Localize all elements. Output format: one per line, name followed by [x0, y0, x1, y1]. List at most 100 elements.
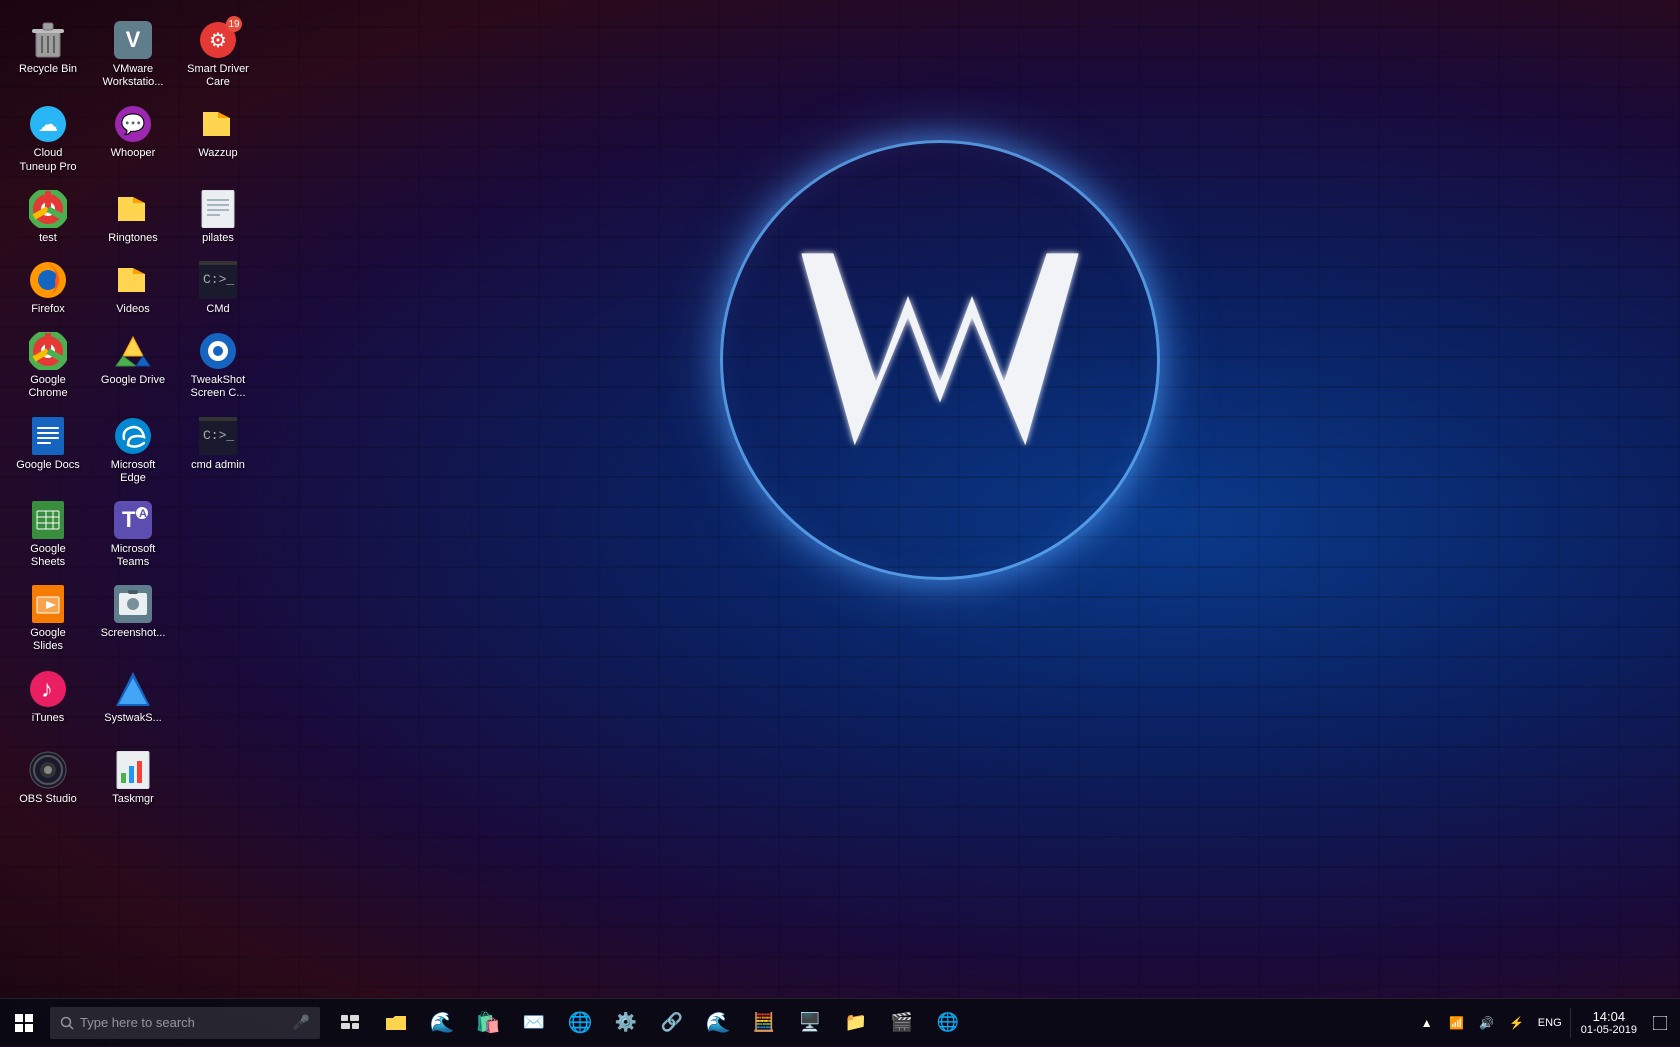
tray-overflow-button[interactable]: ▲ — [1412, 999, 1442, 1047]
recycle-bin-label: Recycle Bin — [19, 63, 77, 76]
notification-badge: 19 — [226, 16, 242, 32]
vmware-icon-image: V — [113, 20, 153, 60]
smart-driver-icon-image: ⚙19 — [198, 20, 238, 60]
desktop-icon-vmware[interactable]: V VMware Workstatio... — [95, 15, 171, 94]
desktop-icon-tweakshot[interactable]: TweakShot Screen C... — [180, 326, 256, 405]
explorer2-taskbar[interactable]: 📁 — [833, 999, 879, 1047]
microsoft-edge-label: Microsoft Edge — [100, 459, 166, 485]
google-chrome-label: Google Chrome — [15, 374, 81, 400]
desktop-icon-cloud-tuneup[interactable]: ☁Cloud Tuneup Pro — [10, 99, 86, 178]
vmware-label: VMware Workstatio... — [100, 63, 166, 89]
taskmgr-icon-image — [113, 750, 153, 790]
desktop-icon-screenshots[interactable]: Screenshot... — [95, 579, 171, 658]
ringtones-label: Ringtones — [108, 232, 158, 245]
svg-text:C:>_: C:>_ — [203, 428, 234, 443]
calculator-taskbar[interactable]: 🧮 — [741, 999, 787, 1047]
itunes-icon-image: ♪ — [28, 669, 68, 709]
whooper-icon-image: 💬 — [113, 104, 153, 144]
search-input[interactable] — [80, 1015, 293, 1030]
google-drive-label: Google Drive — [101, 374, 165, 387]
itunes-label: iTunes — [32, 712, 65, 725]
notification-center-button[interactable] — [1645, 999, 1675, 1047]
desktop-icon-taskmgr[interactable]: Taskmgr — [95, 745, 171, 821]
start-button[interactable] — [0, 999, 48, 1047]
screenshots-label: Screenshot... — [101, 627, 166, 640]
clock-date: 01-05-2019 — [1581, 1024, 1637, 1036]
remote-taskbar[interactable]: 🖥️ — [787, 999, 833, 1047]
network-tray-icon[interactable]: 📶 — [1442, 999, 1472, 1047]
desktop-icon-whooper[interactable]: 💬Whooper — [95, 99, 171, 178]
google-sheets-label: Google Sheets — [15, 543, 81, 569]
desktop-icon-ringtones[interactable]: Ringtones — [95, 184, 171, 250]
system-tray: ▲ 📶 🔊 ⚡ ENG 14:04 01-05-2019 — [1412, 999, 1680, 1046]
w-logo — [720, 140, 1160, 580]
desktop-icon-google-docs[interactable]: Google Docs — [10, 411, 86, 490]
settings-taskbar[interactable]: ⚙️ — [603, 999, 649, 1047]
desktop-icon-microsoft-teams[interactable]: TA Microsoft Teams — [95, 495, 171, 574]
media-taskbar[interactable]: 🎬 — [879, 999, 925, 1047]
system-clock[interactable]: 14:04 01-05-2019 — [1573, 999, 1645, 1047]
file-explorer-taskbar[interactable] — [373, 999, 419, 1047]
obs-icon-image — [28, 750, 68, 790]
mail-taskbar[interactable]: ✉️ — [511, 999, 557, 1047]
google-docs-label: Google Docs — [16, 459, 80, 472]
taskbar: 🎤 🌊 🛍️ ✉️ — [0, 998, 1680, 1046]
microsoft-teams-icon-image: TA — [113, 500, 153, 540]
firefox-label: Firefox — [31, 303, 65, 316]
pilates-icon-image — [198, 189, 238, 229]
desktop-icon-smart-driver[interactable]: ⚙19 Smart Driver Care — [180, 15, 256, 94]
language-indicator[interactable]: ENG — [1532, 999, 1568, 1047]
edge-taskbar[interactable]: 🌊 — [419, 999, 465, 1047]
chrome-taskbar[interactable]: 🌐 — [557, 999, 603, 1047]
desktop-icon-google-sheets[interactable]: Google Sheets — [10, 495, 86, 574]
desktop-icon-firefox[interactable]: Firefox — [10, 255, 86, 321]
firefox-icon-image — [28, 260, 68, 300]
cmd-icon-image: C:>_ — [198, 260, 238, 300]
google-slides-label: Google Slides — [15, 627, 81, 653]
recycle-bin-icon-image — [28, 20, 68, 60]
desktop-icon-google-slides[interactable]: Google Slides — [10, 579, 86, 658]
cmd-admin-icon-image: C:>_ — [198, 416, 238, 456]
microphone-icon: 🎤 — [293, 1014, 310, 1031]
tweakshot-label: TweakShot Screen C... — [185, 374, 251, 400]
google-drive-icon-image — [113, 331, 153, 371]
store-taskbar[interactable]: 🛍️ — [465, 999, 511, 1047]
smart-driver-label: Smart Driver Care — [185, 63, 251, 89]
wazzup-icon-image — [198, 104, 238, 144]
videos-icon-image — [113, 260, 153, 300]
systweak-icon-image — [113, 669, 153, 709]
globe-taskbar[interactable]: 🌐 — [925, 999, 971, 1047]
tweakshot-icon-image — [198, 331, 238, 371]
desktop-icon-cmd[interactable]: C:>_ CMd — [180, 255, 256, 321]
desktop-icon-systweak[interactable]: SystwakS... — [95, 664, 171, 740]
desktop-icon-pilates[interactable]: pilates — [180, 184, 256, 250]
desktop-icon-videos[interactable]: Videos — [95, 255, 171, 321]
desktop-icon-google-drive[interactable]: Google Drive — [95, 326, 171, 405]
svg-text:♪: ♪ — [41, 676, 53, 703]
task-view-button[interactable] — [327, 999, 373, 1047]
pilates-label: pilates — [202, 232, 234, 245]
microsoft-teams-label: Microsoft Teams — [100, 543, 166, 569]
w-logo-svg — [780, 210, 1100, 510]
google-chrome-icon-image — [28, 331, 68, 371]
desktop-icon-microsoft-edge[interactable]: Microsoft Edge — [95, 411, 171, 490]
link-taskbar[interactable]: 🔗 — [649, 999, 695, 1047]
desktop-icon-recycle-bin[interactable]: Recycle Bin — [10, 15, 86, 94]
desktop-icon-test[interactable]: test — [10, 184, 86, 250]
wazzup-label: Wazzup — [198, 147, 237, 160]
taskbar-search[interactable]: 🎤 — [50, 1007, 320, 1039]
edge2-taskbar[interactable]: 🌊 — [695, 999, 741, 1047]
google-sheets-icon-image — [28, 500, 68, 540]
desktop-icon-wazzup[interactable]: Wazzup — [180, 99, 256, 178]
desktop-icon-obs[interactable]: OBS Studio — [10, 745, 86, 821]
cmd-label: CMd — [206, 303, 229, 316]
desktop-icon-google-chrome[interactable]: Google Chrome — [10, 326, 86, 405]
desktop-icon-itunes[interactable]: ♪ iTunes — [10, 664, 86, 740]
test-icon-image — [28, 189, 68, 229]
systweak-label: SystwakS... — [104, 712, 161, 725]
power-tray-icon[interactable]: ⚡ — [1502, 999, 1532, 1047]
volume-tray-icon[interactable]: 🔊 — [1472, 999, 1502, 1047]
google-docs-icon-image — [28, 416, 68, 456]
desktop-icon-cmd-admin[interactable]: C:>_cmd admin — [180, 411, 256, 490]
ringtones-icon-image — [113, 189, 153, 229]
